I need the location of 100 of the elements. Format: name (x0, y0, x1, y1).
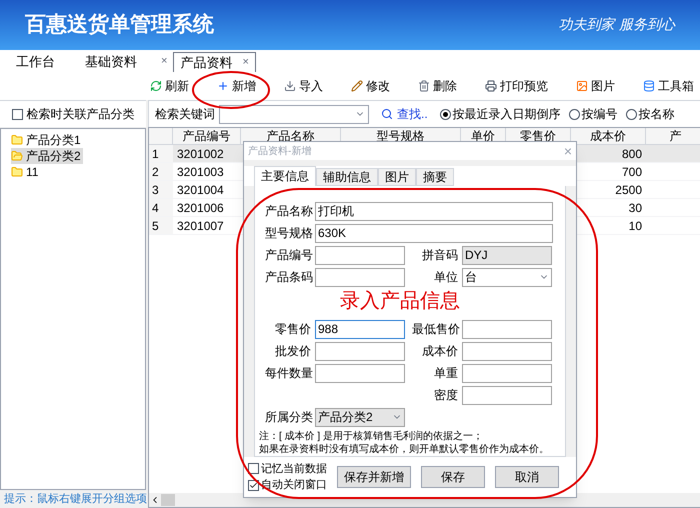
field-label: 最低售价 (412, 321, 458, 338)
checkbox[interactable] (12, 108, 22, 120)
row-number: 3 (149, 181, 173, 198)
table-cell-text: 700 (620, 164, 643, 180)
table-cell-text: 800 (620, 146, 643, 162)
field-label: 产品编号 (265, 247, 311, 264)
scroll-thumb[interactable] (161, 494, 175, 506)
hint-text: 提示：鼠标右键展开分组选项 (3, 492, 146, 507)
import-icon (284, 80, 296, 92)
input-field[interactable] (315, 246, 405, 264)
field-label: 产品名称 (265, 203, 311, 220)
toolbar-button[interactable]: 删除 (418, 77, 457, 95)
input-field[interactable] (462, 342, 552, 360)
column-header: 产 (646, 128, 700, 144)
field-label: 拼音码 (421, 247, 458, 264)
radio-button[interactable] (440, 108, 451, 120)
tree-item[interactable]: 产品分类2 (11, 148, 83, 164)
toolbar-button[interactable]: 刷新 (150, 77, 189, 95)
radio-button[interactable] (626, 108, 637, 120)
input-field[interactable] (315, 364, 405, 382)
table-cell-text: 10 (628, 218, 643, 234)
input-field[interactable]: 630K (315, 224, 553, 242)
field-label: 所属分类 (265, 409, 311, 426)
field-label: 零售价 (274, 321, 311, 338)
tab[interactable]: 工作台 (10, 52, 61, 72)
note-text: 注：[ 成本价 ] 是用于核算销售毛利润的依据之一； (259, 430, 483, 443)
checkbox[interactable] (248, 480, 259, 491)
field-label: 密度 (433, 387, 458, 404)
field-label: 每件数量 (265, 365, 311, 382)
pencil-icon (351, 80, 363, 92)
trash-icon (418, 80, 430, 92)
select-field[interactable]: 台 (462, 268, 552, 286)
input-field[interactable]: DYJ (462, 246, 552, 264)
annotation-text: 录入产品信息 (340, 290, 460, 312)
table-cell-text: 3201004 (176, 182, 225, 198)
image-icon (576, 80, 588, 92)
folder-icon (11, 134, 23, 146)
select-field[interactable]: 产品分类2 (315, 408, 405, 426)
tree-item[interactable]: 产品分类1 (11, 132, 83, 148)
radio-label: 按最近录入日期倒序 (452, 106, 561, 123)
checkbox-label: 记忆当前数据 (261, 462, 327, 476)
toolbar-button[interactable]: 工具箱 (643, 77, 694, 95)
search-field[interactable] (219, 104, 369, 124)
app-slogan: 功夫到家 服务到心 (558, 16, 675, 34)
row-number: 5 (149, 217, 173, 234)
database-icon (643, 80, 655, 92)
input-field[interactable] (462, 320, 552, 338)
folder-icon (11, 166, 23, 178)
input-field[interactable] (315, 342, 405, 360)
field-label: 单重 (433, 365, 458, 382)
app-title: 百惠送货单管理系统 (25, 12, 214, 38)
dialog-tab[interactable]: 辅助信息 (316, 168, 378, 186)
column-header: 产品编号 (173, 128, 241, 144)
dialog-tab[interactable]: 图片 (378, 168, 416, 186)
checkbox[interactable] (248, 463, 259, 474)
table-cell-text: 30 (628, 200, 643, 216)
dialog-title: 产品资料-新增 (248, 144, 312, 158)
table-cell-text: 3201006 (176, 200, 225, 216)
radio-label: 按编号 (582, 106, 618, 123)
field-label: 单位 (433, 269, 458, 286)
plus-icon (217, 80, 229, 92)
tab[interactable]: 产品资料 × (173, 52, 256, 72)
dialog-button[interactable]: 保存并新增 (337, 466, 411, 488)
toolbar-button[interactable]: 图片 (576, 77, 615, 95)
search-icon (381, 108, 393, 120)
table-cell-text: 3201002 (176, 146, 225, 162)
input-field[interactable]: 988 (315, 320, 405, 338)
tab[interactable]: 基础资料 (79, 52, 143, 72)
dialog-button[interactable]: 保存 (421, 466, 485, 488)
toolbar-button[interactable]: 修改 (351, 77, 390, 95)
input-field[interactable] (462, 364, 552, 382)
input-field[interactable] (462, 386, 552, 404)
tab-close[interactable]: × (161, 52, 168, 72)
row-number: 2 (149, 163, 173, 180)
radio-label: 按名称 (638, 106, 675, 123)
refresh-icon (150, 80, 162, 92)
field-label: 型号规格 (265, 225, 311, 242)
input-field[interactable] (315, 268, 405, 286)
tree-item[interactable]: 11 (11, 164, 40, 180)
dialog-tab[interactable]: 摘要 (416, 168, 454, 186)
input-field[interactable]: 打印机 (315, 202, 553, 220)
row-number: 4 (149, 199, 173, 216)
toolbar-button[interactable]: 导入 (284, 77, 323, 95)
radio-button[interactable] (568, 108, 580, 120)
field-label: 产品条码 (265, 269, 311, 286)
toolbar-button[interactable]: 打印预览 (485, 77, 548, 95)
field-label: 成本价 (421, 343, 458, 360)
folder-icon (11, 150, 23, 162)
table-cell-text: 3201003 (176, 164, 225, 180)
search-label: 检索关键词 (155, 106, 215, 123)
dialog-button[interactable]: 取消 (495, 466, 559, 488)
find-link[interactable]: 查找.. (397, 105, 428, 123)
dialog-tab[interactable]: 主要信息 (254, 166, 316, 186)
printer-icon (485, 80, 497, 92)
field-label: 批发价 (274, 343, 311, 360)
row-number: 1 (149, 145, 173, 162)
tab-close[interactable]: × (242, 54, 249, 71)
note-text: 如果在录资料时没有填写成本价，则开单默认零售价作为成本价。 (259, 443, 549, 456)
table-cell-text: 2500 (614, 182, 643, 198)
checkbox-label: 检索时关联产品分类 (26, 106, 134, 123)
